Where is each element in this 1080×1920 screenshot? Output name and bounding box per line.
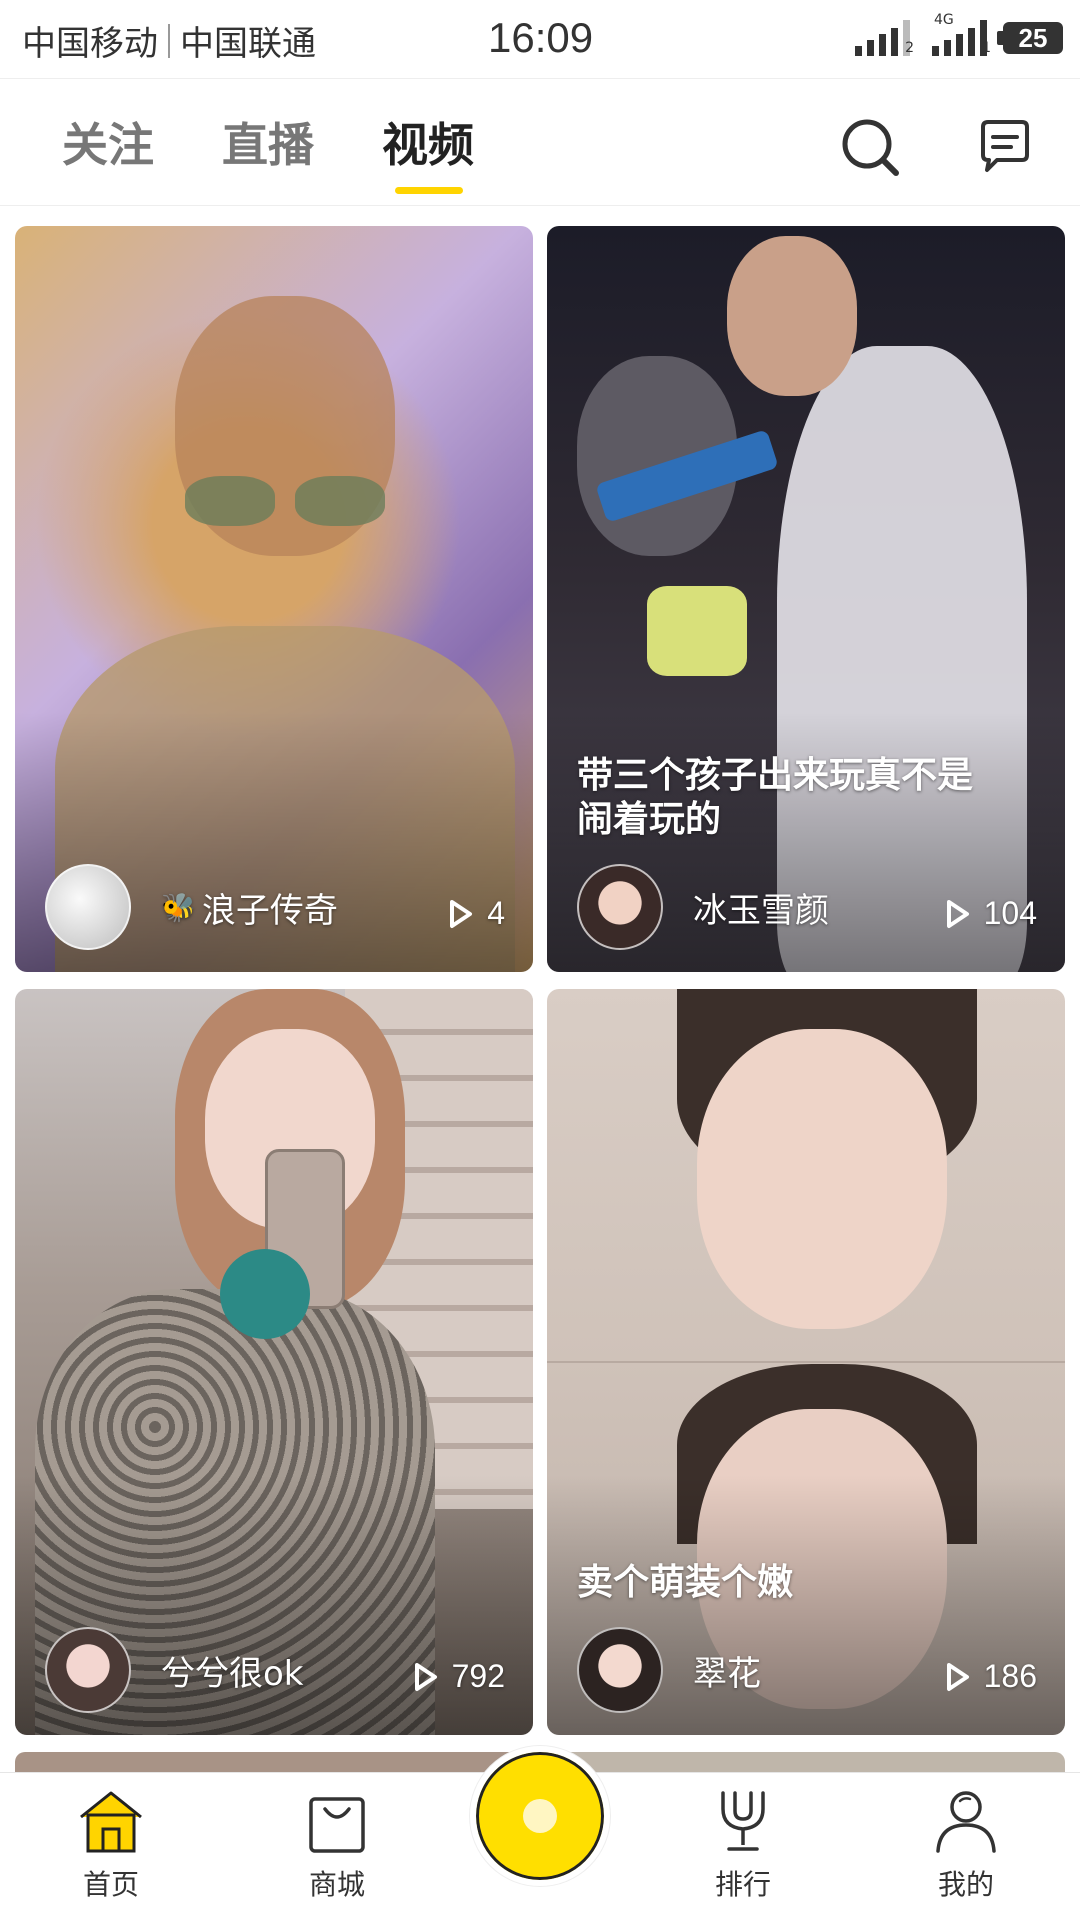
username[interactable]: 兮兮很ok bbox=[161, 1646, 304, 1695]
message-icon[interactable] bbox=[975, 117, 1035, 177]
tab-follow[interactable]: 关注 bbox=[62, 109, 154, 175]
username[interactable]: 翠花 bbox=[693, 1646, 761, 1695]
video-thumbnail-detail bbox=[220, 1249, 310, 1339]
user-badge-icon: 🐝 bbox=[161, 891, 196, 924]
play-count: 4 bbox=[449, 895, 505, 932]
play-count-value: 104 bbox=[983, 895, 1037, 931]
center-camera-button[interactable] bbox=[470, 1746, 610, 1886]
nav-shop[interactable]: 商城 bbox=[277, 1785, 397, 1903]
video-thumbnail-detail bbox=[547, 1361, 1065, 1363]
play-icon bbox=[414, 1662, 437, 1691]
play-icon bbox=[450, 899, 473, 928]
video-thumbnail-detail bbox=[727, 236, 857, 396]
play-count: 186 bbox=[946, 1658, 1037, 1695]
network-type: 4G bbox=[934, 12, 954, 28]
video-thumbnail-detail bbox=[647, 586, 747, 676]
avatar[interactable] bbox=[45, 864, 131, 950]
tab-live[interactable]: 直播 bbox=[222, 109, 314, 175]
carrier-divider bbox=[168, 23, 170, 58]
carrier-2: 中国联通 bbox=[180, 24, 316, 64]
tab-video[interactable]: 视频 bbox=[382, 109, 474, 175]
battery-icon: 25 bbox=[997, 22, 1063, 54]
nav-home-label: 首页 bbox=[82, 1868, 139, 1901]
trophy-icon bbox=[721, 1791, 765, 1851]
nav-ranking[interactable]: 排行 bbox=[683, 1785, 803, 1903]
nav-ranking-label: 排行 bbox=[714, 1868, 771, 1901]
active-tab-indicator bbox=[395, 187, 463, 194]
video-thumbnail-detail bbox=[295, 476, 385, 526]
video-thumbnail-detail bbox=[185, 476, 275, 526]
nav-home[interactable]: 首页 bbox=[51, 1785, 171, 1903]
status-bar: 中国移动 中国联通 16:09 2 4G 1 25 bbox=[0, 0, 1080, 78]
video-card[interactable]: 🐝 浪子传奇 4 bbox=[15, 226, 533, 972]
signal-icon-sim2: 4G 1 bbox=[932, 12, 991, 56]
video-caption: 带三个孩子出来玩真不是闹着玩的 bbox=[577, 755, 974, 840]
signal-icon-sim1: 2 bbox=[855, 20, 914, 56]
shopping-bag-icon bbox=[309, 1797, 365, 1853]
play-icon bbox=[946, 1662, 969, 1691]
signal-indicators: 2 4G 1 bbox=[855, 12, 991, 56]
username-text: 冰玉雪颜 bbox=[693, 891, 829, 931]
record-dot-icon bbox=[523, 1799, 557, 1833]
clock: 16:09 bbox=[488, 14, 594, 61]
video-card[interactable]: 带三个孩子出来玩真不是闹着玩的 冰玉雪颜 104 bbox=[547, 226, 1065, 972]
nav-shop-label: 商城 bbox=[308, 1868, 365, 1901]
username[interactable]: 🐝 浪子传奇 bbox=[161, 883, 338, 932]
play-count-value: 186 bbox=[983, 1658, 1037, 1694]
sim2-tag: 1 bbox=[982, 40, 991, 56]
nav-profile[interactable]: 我的 bbox=[906, 1785, 1026, 1903]
avatar[interactable] bbox=[577, 1627, 663, 1713]
play-count-value: 4 bbox=[487, 895, 505, 931]
home-icon bbox=[80, 1791, 142, 1853]
username-text: 兮兮很ok bbox=[161, 1654, 304, 1694]
top-nav: 关注 直播 视频 bbox=[0, 78, 1080, 206]
carrier-1: 中国移动 bbox=[22, 24, 158, 64]
avatar[interactable] bbox=[577, 864, 663, 950]
play-icon bbox=[946, 899, 969, 928]
nav-profile-label: 我的 bbox=[937, 1868, 994, 1901]
search-icon[interactable] bbox=[840, 117, 900, 177]
video-card[interactable]: 兮兮很ok 792 bbox=[15, 989, 533, 1735]
video-thumbnail-detail bbox=[697, 1029, 947, 1329]
play-count-value: 792 bbox=[451, 1658, 505, 1694]
play-count: 104 bbox=[946, 895, 1037, 932]
profile-icon bbox=[936, 1791, 996, 1853]
avatar[interactable] bbox=[45, 1627, 131, 1713]
play-count: 792 bbox=[414, 1658, 505, 1695]
username-text: 翠花 bbox=[693, 1654, 761, 1694]
sim1-tag: 2 bbox=[905, 40, 914, 56]
carrier-info: 中国移动 中国联通 bbox=[22, 16, 316, 65]
video-caption: 卖个萌装个嫩 bbox=[577, 1562, 794, 1603]
video-card[interactable]: 卖个萌装个嫩 翠花 186 bbox=[547, 989, 1065, 1735]
username-text: 浪子传奇 bbox=[201, 891, 338, 931]
username[interactable]: 冰玉雪颜 bbox=[693, 883, 829, 932]
